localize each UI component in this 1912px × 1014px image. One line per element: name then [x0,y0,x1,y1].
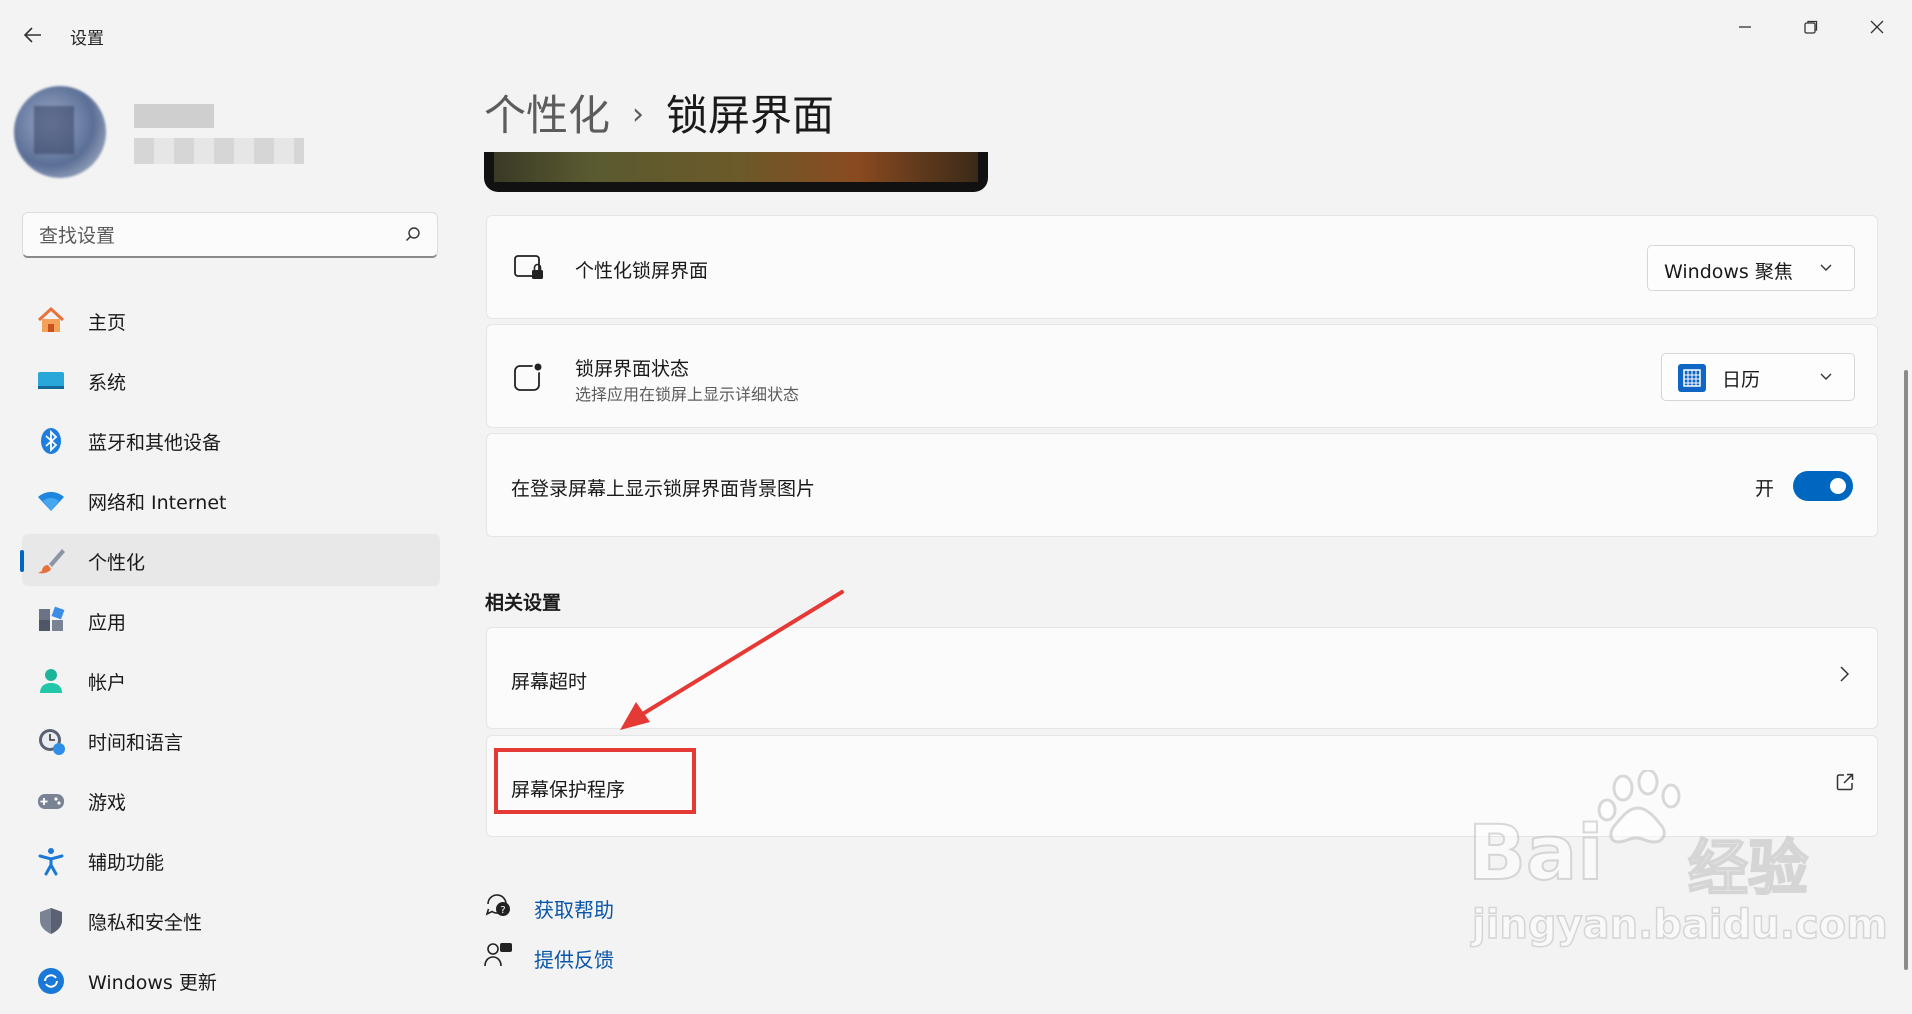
breadcrumb-separator: › [632,97,645,132]
baidu-watermark: Bai 经验 jingyan.baidu.com [1467,770,1889,970]
sidebar-item-accounts[interactable]: 帐户 [22,654,440,706]
sidebar-item-system[interactable]: 系统 [22,354,440,406]
title-bar: 设置 [0,0,1912,70]
dropdown-selected-value: Windows 聚焦 [1664,261,1793,283]
sidebar-item-gaming[interactable]: 游戏 [22,774,440,826]
preview-image [494,152,978,182]
wifi-icon [38,491,64,511]
time-language-icon [39,729,65,755]
breadcrumb: 个性化 › 锁屏界面 [484,82,834,142]
restore-button[interactable] [1776,8,1846,48]
feedback-icon [484,943,512,967]
search-input[interactable] [37,213,401,259]
paw-logo [1597,770,1681,844]
sidebar-item-label: 隐私和安全性 [88,912,203,934]
restore-icon [1804,20,1818,34]
sidebar-item-home[interactable]: 主页 [22,294,440,346]
screen-timeout-label: 屏幕超时 [511,671,588,693]
search-icon[interactable] [405,226,421,242]
highlight-box [494,748,696,814]
sidebar-item-label: 游戏 [88,792,127,814]
chevron-down-icon [1820,264,1832,271]
calendar-icon [1678,364,1706,392]
dropdown-selected-value: 日历 [1722,369,1761,391]
sidebar-nav: 主页 系统 蓝牙和其他设备 网络和 Internet 个性化 应用 帐户 时间和… [20,294,440,1014]
back-button[interactable] [18,20,48,50]
sidebar-item-label: 蓝牙和其他设备 [88,432,222,454]
sidebar-item-label: 辅助功能 [88,852,165,874]
related-settings-heading: 相关设置 [485,592,562,614]
status-icon [514,361,544,391]
sidebar-item-bluetooth[interactable]: 蓝牙和其他设备 [22,414,440,466]
related-item-screen-timeout[interactable]: 屏幕超时 [486,627,1878,729]
profile-name-blurred [134,104,214,128]
open-external-icon [1836,773,1854,791]
sidebar-item-windows-update[interactable]: Windows 更新 [22,954,440,1006]
breadcrumb-parent[interactable]: 个性化 [484,91,610,140]
user-profile[interactable] [14,86,304,182]
app-title: 设置 [70,29,104,49]
sidebar-item-label: 网络和 Internet [88,492,227,514]
lock-screen-status-dropdown[interactable]: 日历 [1661,353,1855,401]
watermark-url: jingyan.baidu.com [1471,901,1888,949]
sidebar-item-network[interactable]: 网络和 Internet [22,474,440,526]
personalize-lock-screen-card: 个性化锁屏界面 Windows 聚焦 [486,215,1878,319]
sidebar-item-label: 时间和语言 [88,732,184,754]
account-icon [40,669,62,693]
minimize-icon [1739,26,1751,28]
scrollbar[interactable] [1904,370,1908,970]
lock-screen-preview [484,152,988,192]
home-icon [37,306,65,332]
signin-background-toggle[interactable] [1793,471,1853,501]
brush-icon [38,549,65,574]
chevron-right-icon [1840,666,1849,682]
watermark-brand-cn: 经验 [1687,833,1809,905]
signin-background-card: 在登录屏幕上显示锁屏界面背景图片 开 [486,433,1878,537]
help-icon: ? [485,894,510,916]
lock-screen-type-dropdown[interactable]: Windows 聚焦 [1647,245,1855,291]
shield-icon [40,908,62,934]
sidebar-item-label: 个性化 [88,552,146,574]
back-arrow-icon [23,27,41,43]
minimize-button[interactable] [1710,8,1780,48]
sidebar-item-personalization[interactable]: 个性化 [20,534,440,586]
svg-text:?: ? [500,905,505,916]
sidebar-item-time-language[interactable]: 时间和语言 [22,714,440,766]
avatar [14,86,106,178]
sidebar-item-label: 主页 [88,312,127,334]
signin-background-title: 在登录屏幕上显示锁屏界面背景图片 [511,478,816,500]
sidebar-item-label: 帐户 [88,672,127,694]
sidebar-item-accessibility[interactable]: 辅助功能 [22,834,440,886]
personalize-lock-screen-title: 个性化锁屏界面 [575,260,709,282]
sidebar-item-label: 应用 [88,612,127,634]
feedback-text: 提供反馈 [534,948,614,972]
watermark-brand: Bai [1467,807,1604,898]
sidebar-item-privacy[interactable]: 隐私和安全性 [22,894,440,946]
apps-icon [39,606,65,631]
search-box[interactable] [22,212,438,259]
page-title: 锁屏界面 [666,91,835,140]
toggle-knob [1830,478,1846,494]
profile-email-blurred [134,138,304,164]
close-icon [1870,20,1884,34]
close-button[interactable] [1842,8,1912,48]
toggle-state-label: 开 [1755,478,1775,500]
chevron-down-icon [1820,373,1832,380]
lock-screen-status-title: 锁屏界面状态 [575,358,690,380]
lock-screen-status-subtitle: 选择应用在锁屏上显示详细状态 [575,385,800,404]
accessibility-icon [38,848,64,876]
system-icon [38,372,64,389]
sidebar-item-apps[interactable]: 应用 [22,594,440,646]
gamepad-icon [38,794,64,809]
lock-screen-icon [514,255,543,279]
lock-screen-status-card: 锁屏界面状态 选择应用在锁屏上显示详细状态 日历 [486,324,1878,428]
sidebar-item-label: 系统 [88,372,127,394]
bluetooth-icon [41,428,61,454]
update-icon [38,968,64,994]
get-help-text: 获取帮助 [534,898,614,922]
